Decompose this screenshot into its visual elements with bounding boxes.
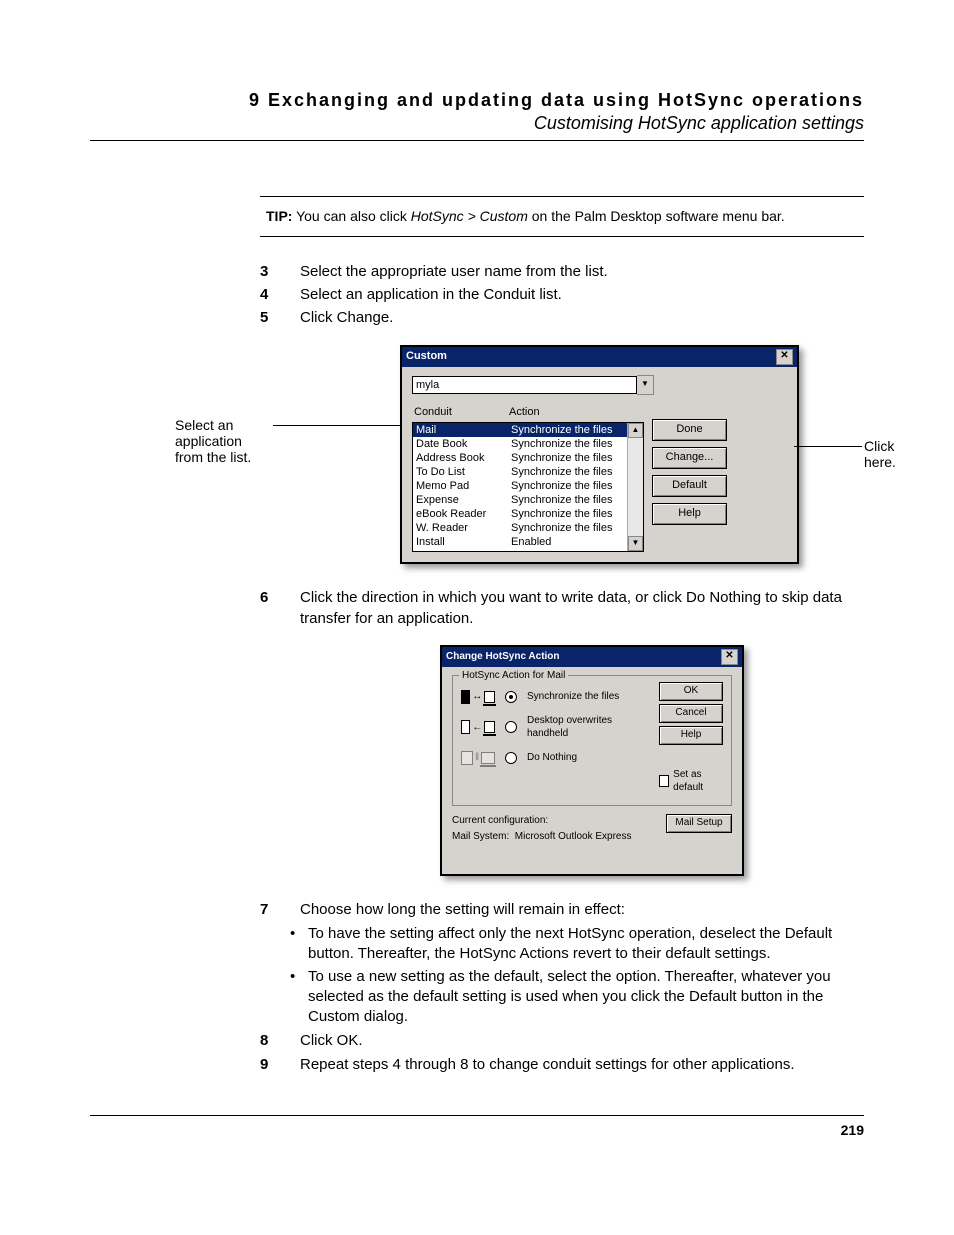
radio-synchronize[interactable]	[505, 691, 517, 703]
list-item[interactable]: W. ReaderSynchronize the files	[413, 521, 643, 535]
desktop-overwrites-icon: ←	[461, 720, 495, 734]
column-header-conduit: Conduit	[414, 405, 509, 420]
step-text: Click the direction in which you want to…	[300, 588, 864, 629]
scroll-down-icon[interactable]: ▼	[628, 536, 643, 551]
step-num: 9	[260, 1055, 300, 1075]
radio-do-nothing[interactable]	[505, 752, 517, 764]
bullet-text: To use a new setting as the default, sel…	[308, 967, 864, 1028]
set-default-checkbox-row[interactable]: Set as default	[659, 768, 723, 795]
list-item[interactable]: Address BookSynchronize the files	[413, 451, 643, 465]
current-configuration-label: Current configuration:	[452, 814, 632, 828]
step-num: 7	[260, 900, 300, 920]
done-button[interactable]: Done	[652, 419, 727, 441]
radio-label: Do Nothing	[527, 751, 577, 765]
cancel-button[interactable]: Cancel	[659, 704, 723, 723]
callout-select-application: Select an application from the list.	[175, 417, 270, 465]
step-num: 4	[260, 285, 300, 305]
radio-label: Synchronize the files	[527, 690, 619, 704]
scroll-up-icon[interactable]: ▲	[628, 423, 643, 438]
tip-menu-path: HotSync > Custom	[411, 208, 528, 224]
dialog-title: Custom	[406, 349, 447, 364]
mail-setup-button[interactable]: Mail Setup	[666, 814, 732, 833]
mail-system-key: Mail System:	[452, 830, 512, 844]
tip-box: TIP: You can also click HotSync > Custom…	[260, 196, 864, 237]
ok-button[interactable]: OK	[659, 682, 723, 701]
dialog-title: Change HotSync Action	[446, 650, 560, 664]
custom-dialog: Custom ✕ ▼ Conduit Action	[400, 345, 799, 565]
list-item[interactable]: Install Service TemplatesEnabled	[413, 549, 643, 552]
radio-label: Desktop overwrites handheld	[527, 714, 651, 741]
list-item[interactable]: ExpenseSynchronize the files	[413, 493, 643, 507]
radio-row-synchronize[interactable]: ↔ Synchronize the files	[461, 690, 651, 704]
fieldset-legend: HotSync Action for Mail	[459, 669, 568, 683]
conduit-listbox[interactable]: MailSynchronize the filesDate BookSynchr…	[412, 422, 644, 552]
change-button[interactable]: Change...	[652, 447, 727, 469]
dialog-titlebar[interactable]: Change HotSync Action ✕	[442, 647, 742, 667]
column-header-action: Action	[509, 405, 540, 420]
set-default-checkbox[interactable]	[659, 775, 669, 787]
mail-system-value: Microsoft Outlook Express	[515, 831, 632, 842]
radio-row-do-nothing[interactable]: ‖ Do Nothing	[461, 751, 651, 765]
callout-click-here: Click here.	[864, 438, 919, 470]
change-hotsync-dialog: Change HotSync Action ✕ HotSync Action f…	[440, 645, 744, 876]
dialog-titlebar[interactable]: Custom ✕	[402, 347, 797, 367]
scrollbar[interactable]: ▲ ▼	[627, 423, 643, 551]
radio-row-desktop-overwrites[interactable]: ← Desktop overwrites handheld	[461, 714, 651, 741]
step-text: Select the appropriate user name from th…	[300, 262, 864, 282]
page-number: 219	[90, 1122, 864, 1138]
footer-rule	[90, 1115, 864, 1116]
custom-dialog-figure: Select an application from the list. Cus…	[260, 345, 864, 565]
step-text: Choose how long the setting will remain …	[300, 900, 864, 920]
step-num: 3	[260, 262, 300, 282]
tip-text-prefix: You can also click	[296, 208, 411, 224]
chapter-title: 9 Exchanging and updating data using Hot…	[90, 90, 864, 111]
tip-text-suffix: on the Palm Desktop software menu bar.	[528, 208, 785, 224]
tip-label: TIP:	[266, 208, 292, 224]
dropdown-arrow-icon[interactable]: ▼	[637, 375, 654, 395]
set-default-label: Set as default	[673, 768, 723, 795]
bullet-text: To have the setting affect only the next…	[308, 924, 864, 965]
list-item[interactable]: MailSynchronize the files	[413, 423, 643, 437]
step-num: 5	[260, 308, 300, 328]
step-text: Click Change.	[300, 308, 864, 328]
list-item[interactable]: eBook ReaderSynchronize the files	[413, 507, 643, 521]
page-header: 9 Exchanging and updating data using Hot…	[90, 90, 864, 134]
help-button[interactable]: Help	[652, 503, 727, 525]
username-dropdown[interactable]	[412, 376, 637, 394]
help-button[interactable]: Help	[659, 726, 723, 745]
step-num: 6	[260, 588, 300, 629]
list-item[interactable]: Memo PadSynchronize the files	[413, 479, 643, 493]
do-nothing-icon: ‖	[461, 751, 495, 765]
radio-desktop-overwrites[interactable]	[505, 721, 517, 733]
list-item[interactable]: InstallEnabled	[413, 535, 643, 549]
sync-both-icon: ↔	[461, 690, 495, 704]
list-item[interactable]: Date BookSynchronize the files	[413, 437, 643, 451]
step-text: Select an application in the Conduit lis…	[300, 285, 864, 305]
default-button[interactable]: Default	[652, 475, 727, 497]
close-icon[interactable]: ✕	[721, 649, 738, 665]
list-item[interactable]: To Do ListSynchronize the files	[413, 465, 643, 479]
close-icon[interactable]: ✕	[776, 349, 793, 365]
step-text: Click OK.	[300, 1031, 864, 1051]
step-text: Repeat steps 4 through 8 to change condu…	[300, 1055, 864, 1075]
step-num: 8	[260, 1031, 300, 1051]
hotsync-action-fieldset: HotSync Action for Mail ↔ Synchronize th…	[452, 675, 732, 806]
header-rule	[90, 140, 864, 141]
section-title: Customising HotSync application settings	[90, 113, 864, 134]
